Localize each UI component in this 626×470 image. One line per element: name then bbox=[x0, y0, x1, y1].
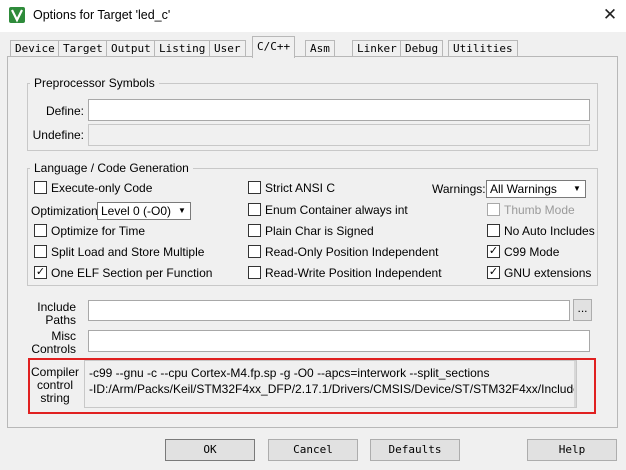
thumb-mode-label: Thumb Mode bbox=[504, 203, 575, 217]
window-title: Options for Target 'led_c' bbox=[33, 8, 171, 22]
misc-controls-label-1: Misc bbox=[51, 329, 76, 343]
misc-controls-label-2: Controls bbox=[31, 342, 76, 356]
no-auto-includes-checkbox[interactable] bbox=[487, 224, 500, 237]
optimize-time-checkbox[interactable] bbox=[34, 224, 47, 237]
c99-mode-label: C99 Mode bbox=[504, 245, 560, 259]
include-paths-input[interactable] bbox=[88, 300, 570, 321]
strict-ansi-checkbox[interactable] bbox=[248, 181, 261, 194]
include-paths-label-1: Include bbox=[37, 300, 76, 314]
chevron-down-icon: ▼ bbox=[178, 206, 186, 215]
misc-controls-input[interactable] bbox=[88, 330, 590, 352]
preprocessor-group-label: Preprocessor Symbols bbox=[30, 76, 159, 90]
optimization-value: Level 0 (-O0) bbox=[101, 204, 172, 218]
ro-pi-label: Read-Only Position Independent bbox=[265, 245, 439, 259]
undefine-label: Undefine: bbox=[32, 128, 84, 142]
one-elf-checkbox[interactable]: ✓ bbox=[34, 266, 47, 279]
enum-container-checkbox[interactable] bbox=[248, 203, 261, 216]
rw-pi-checkbox[interactable] bbox=[248, 266, 261, 279]
highlight-frame bbox=[28, 358, 596, 414]
tab-output[interactable]: Output bbox=[106, 40, 156, 56]
tab-asm[interactable]: Asm bbox=[305, 40, 335, 56]
optimization-label: Optimization: bbox=[31, 204, 102, 218]
plain-char-checkbox[interactable] bbox=[248, 224, 261, 237]
gnu-extensions-label: GNU extensions bbox=[504, 266, 592, 280]
warnings-select[interactable]: All Warnings ▼ bbox=[486, 180, 586, 198]
enum-container-label: Enum Container always int bbox=[265, 203, 408, 217]
defaults-button[interactable]: Defaults bbox=[370, 439, 460, 461]
keil-uvision-icon bbox=[9, 7, 25, 23]
language-group-label: Language / Code Generation bbox=[30, 161, 193, 175]
rw-pi-label: Read-Write Position Independent bbox=[265, 266, 442, 280]
chevron-down-icon: ▼ bbox=[573, 184, 581, 193]
execute-only-label: Execute-only Code bbox=[51, 181, 153, 195]
browse-include-button[interactable]: ... bbox=[573, 299, 592, 321]
include-paths-label-2: Paths bbox=[45, 313, 76, 327]
ok-button[interactable]: OK bbox=[165, 439, 255, 461]
warnings-value: All Warnings bbox=[490, 182, 557, 196]
undefine-input bbox=[88, 124, 590, 146]
gnu-extensions-checkbox[interactable]: ✓ bbox=[487, 266, 500, 279]
tab-utilities[interactable]: Utilities bbox=[448, 40, 518, 56]
tab-c-cpp[interactable]: C/C++ bbox=[252, 36, 296, 58]
warnings-label: Warnings: bbox=[432, 182, 486, 196]
define-label: Define: bbox=[45, 104, 84, 118]
split-load-label: Split Load and Store Multiple bbox=[51, 245, 205, 259]
optimize-time-label: Optimize for Time bbox=[51, 224, 146, 238]
split-load-checkbox[interactable] bbox=[34, 245, 47, 258]
no-auto-includes-label: No Auto Includes bbox=[504, 224, 595, 238]
tab-target[interactable]: Target bbox=[58, 40, 108, 56]
tab-device[interactable]: Device bbox=[10, 40, 60, 56]
help-button[interactable]: Help bbox=[527, 439, 617, 461]
execute-only-checkbox[interactable] bbox=[34, 181, 47, 194]
strict-ansi-label: Strict ANSI C bbox=[265, 181, 336, 195]
c99-mode-checkbox[interactable]: ✓ bbox=[487, 245, 500, 258]
tab-listing[interactable]: Listing bbox=[154, 40, 211, 56]
tab-linker[interactable]: Linker bbox=[352, 40, 402, 56]
define-input[interactable] bbox=[88, 99, 590, 121]
tab-debug[interactable]: Debug bbox=[400, 40, 444, 56]
cancel-button[interactable]: Cancel bbox=[268, 439, 358, 461]
ro-pi-checkbox[interactable] bbox=[248, 245, 261, 258]
thumb-mode-checkbox bbox=[487, 203, 500, 216]
optimization-select[interactable]: Level 0 (-O0) ▼ bbox=[97, 202, 191, 220]
close-icon[interactable]: ✕ bbox=[600, 5, 620, 25]
plain-char-label: Plain Char is Signed bbox=[265, 224, 374, 238]
tab-user[interactable]: User bbox=[209, 40, 246, 56]
one-elf-label: One ELF Section per Function bbox=[51, 266, 213, 280]
